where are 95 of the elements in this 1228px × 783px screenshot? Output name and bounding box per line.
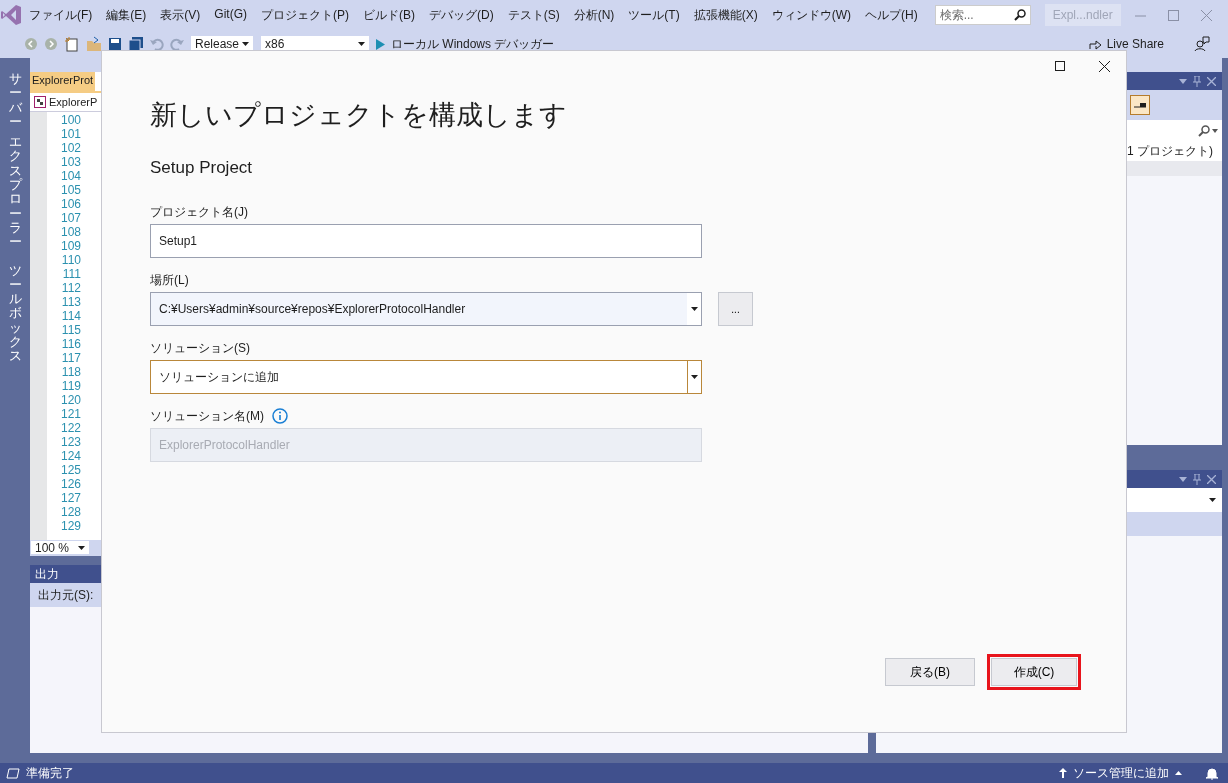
- line-number: 116: [60, 337, 81, 351]
- menu-item[interactable]: デバッグ(D): [422, 6, 501, 24]
- line-number: 104: [59, 169, 81, 183]
- field-label: ソリューション名(M): [150, 407, 264, 425]
- class-icon: [34, 96, 46, 108]
- new-file-icon[interactable]: [64, 36, 80, 52]
- search-icon: [1013, 9, 1026, 21]
- line-number: 129: [59, 519, 81, 533]
- line-number: 106: [59, 197, 81, 211]
- menu-item[interactable]: ヘルプ(H): [858, 6, 925, 24]
- caret-icon[interactable]: [1209, 498, 1216, 502]
- window-icon: [6, 767, 20, 779]
- panel-title: 出力: [35, 565, 59, 583]
- menu-item[interactable]: 分析(N): [566, 6, 622, 24]
- field-label: ソリューション(S): [150, 339, 250, 357]
- line-number: 123: [59, 435, 81, 449]
- line-number: 126: [59, 477, 81, 491]
- line-number: 111: [61, 267, 81, 281]
- line-number: 118: [60, 365, 81, 379]
- line-number: 114: [60, 309, 81, 323]
- line-number: 115: [60, 323, 81, 337]
- tree-item[interactable]: 1 プロジェクト): [1127, 142, 1213, 160]
- line-number: 100: [59, 113, 81, 127]
- menu-item[interactable]: 拡張機能(X): [686, 6, 765, 24]
- menu-item[interactable]: 表示(V): [153, 6, 208, 24]
- line-number: 122: [59, 421, 81, 435]
- line-number: 107: [59, 211, 81, 225]
- pin-icon[interactable]: [1193, 473, 1201, 485]
- logo-icon: [0, 4, 22, 26]
- line-number: 128: [59, 505, 81, 519]
- line-number: 113: [60, 295, 81, 309]
- dropdown-field[interactable]: ソリューションに追加: [150, 360, 702, 394]
- menu-item[interactable]: ウィンドウ(W): [764, 6, 858, 24]
- menu-item[interactable]: テスト(S): [500, 6, 567, 24]
- field-label: 場所(L): [150, 271, 189, 289]
- menu-item[interactable]: ファイル(F): [22, 6, 100, 24]
- line-number: 109: [59, 239, 81, 253]
- menu-item[interactable]: ビルド(B): [356, 6, 422, 24]
- editor-tab[interactable]: ExplorerProt: [30, 72, 96, 91]
- close-icon[interactable]: [1099, 61, 1110, 72]
- source-control-button[interactable]: ソース管理に追加: [1073, 764, 1169, 782]
- run-debugger-button[interactable]: ローカル Windows デバッガー: [391, 35, 555, 53]
- side-tab[interactable]: エクスプローラー: [8, 135, 22, 250]
- field-label: プロジェクト名(J): [150, 203, 248, 221]
- line-number: 110: [60, 253, 81, 267]
- line-number: 108: [59, 225, 81, 239]
- back-button[interactable]: 戻る(B): [885, 658, 975, 686]
- up-arrow-icon[interactable]: [1059, 768, 1067, 778]
- line-number: 121: [59, 407, 81, 421]
- line-number: 112: [60, 281, 81, 295]
- save-icon[interactable]: [108, 37, 122, 51]
- menu-item[interactable]: プロジェクト(P): [254, 6, 356, 24]
- pin-icon[interactable]: [1193, 75, 1201, 87]
- dropdown-field[interactable]: C:¥Users¥admin¥source¥repos¥ExplorerProtocolHandler: [150, 292, 702, 326]
- caret-icon[interactable]: [1175, 771, 1182, 775]
- menu-item[interactable]: 編集(E): [99, 6, 154, 24]
- caret-icon[interactable]: [691, 375, 698, 379]
- line-number: 124: [59, 449, 81, 463]
- caret-icon[interactable]: [1212, 128, 1218, 133]
- menu-item[interactable]: ツール(T): [621, 6, 687, 24]
- toolbar-button[interactable]: [1130, 95, 1150, 115]
- maximize-icon[interactable]: [1055, 61, 1065, 71]
- share-icon[interactable]: [1088, 38, 1103, 50]
- play-icon[interactable]: [376, 38, 385, 50]
- caret-icon[interactable]: [691, 307, 698, 311]
- line-number: 127: [59, 491, 81, 505]
- feedback-icon[interactable]: [1194, 36, 1210, 52]
- side-tab[interactable]: ツールボックス: [8, 263, 22, 364]
- live-share-button[interactable]: Live Share: [1106, 37, 1164, 51]
- template-name: Setup Project: [150, 158, 253, 178]
- input-field[interactable]: Setup1: [150, 224, 702, 258]
- create-button[interactable]: 作成(C): [991, 658, 1077, 686]
- line-number: 102: [59, 141, 81, 155]
- line-number: 105: [59, 183, 81, 197]
- line-number: 117: [60, 351, 81, 365]
- line-number: 120: [59, 393, 81, 407]
- line-number: 119: [60, 379, 81, 393]
- line-number: 125: [59, 463, 81, 477]
- browse-button[interactable]: ...: [718, 292, 753, 326]
- dialog-title: 新しいプロジェクトを構成します: [150, 99, 567, 132]
- side-tab[interactable]: サーバー: [8, 72, 22, 130]
- collapse-icon: [1134, 102, 1146, 108]
- search-icon[interactable]: [1198, 124, 1210, 137]
- zoom-dropdown[interactable]: 100 %: [30, 540, 90, 555]
- line-number: 101: [59, 127, 81, 141]
- source-label: 出力元(S):: [38, 586, 94, 604]
- menu-item[interactable]: Git(G): [207, 6, 254, 24]
- search-field[interactable]: 検索...: [934, 5, 1031, 25]
- notification-icon[interactable]: [1206, 766, 1218, 780]
- line-number: 103: [59, 155, 81, 169]
- caret-icon[interactable]: [78, 545, 85, 550]
- caret-icon[interactable]: [358, 42, 365, 46]
- caret-icon[interactable]: [242, 42, 249, 46]
- solution-name-badge: Expl...ndler: [1044, 4, 1121, 26]
- status-message: 準備完了: [26, 764, 74, 782]
